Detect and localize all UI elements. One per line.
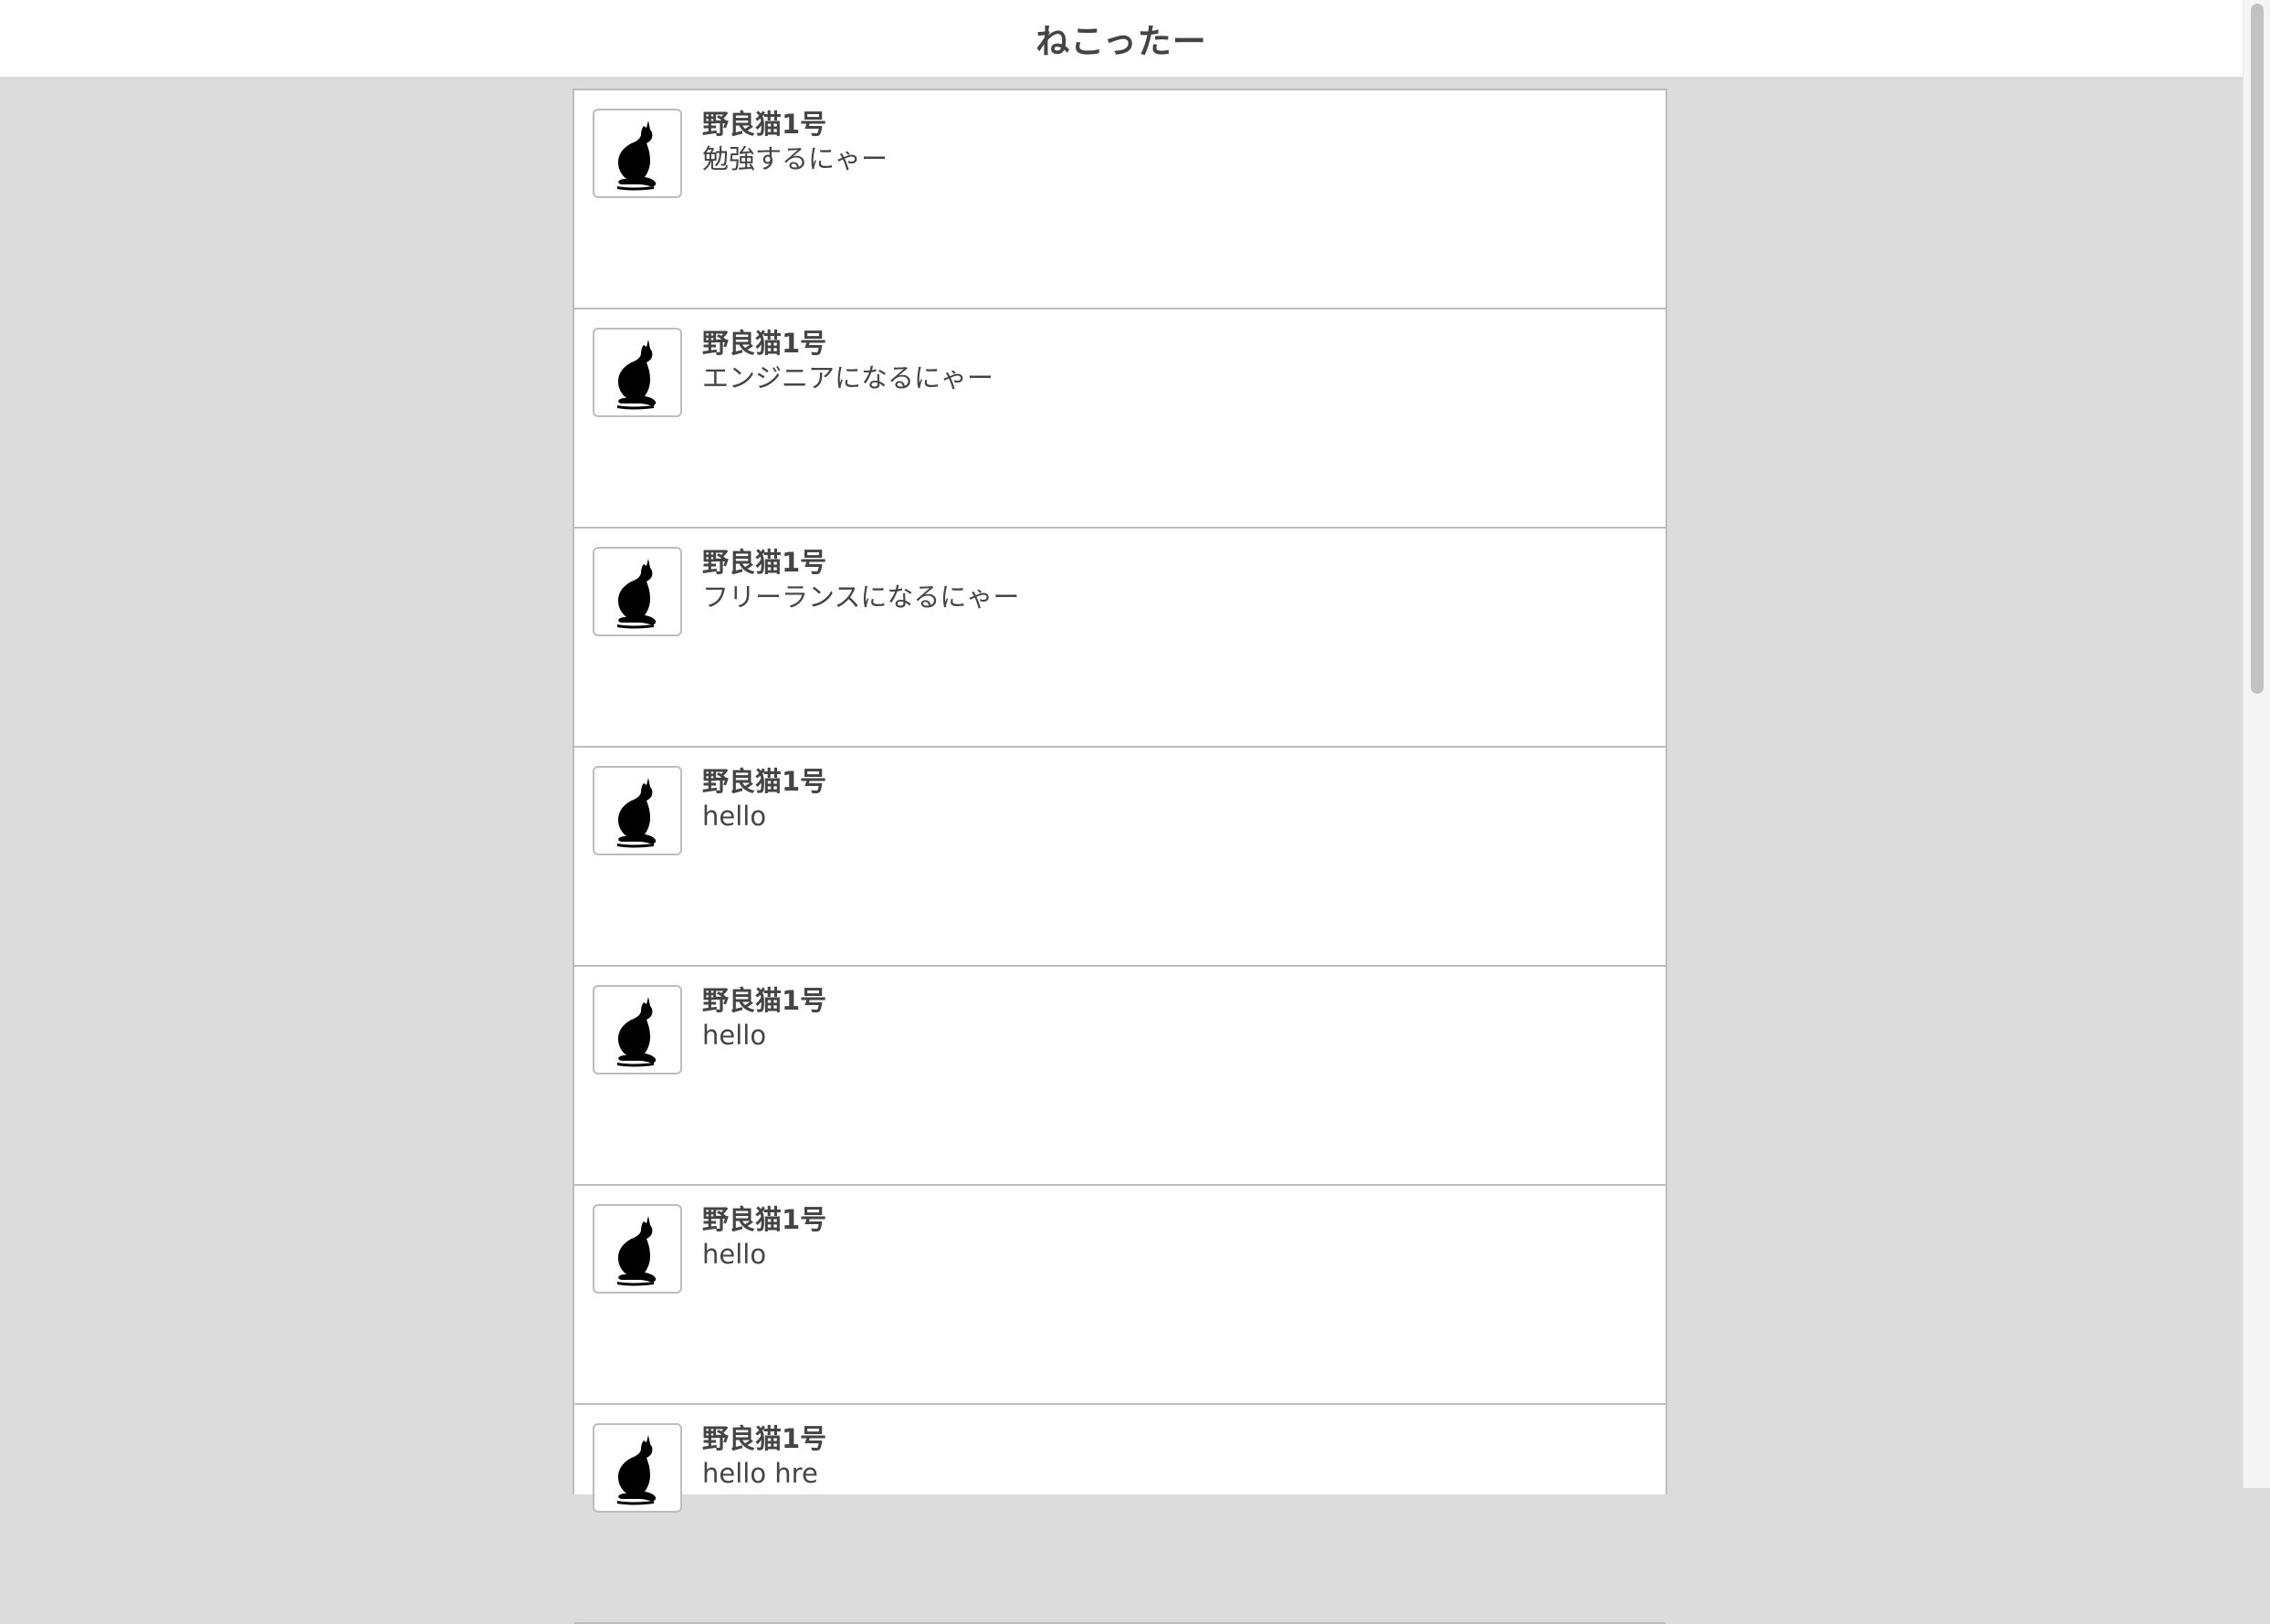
post-message: hello — [702, 1239, 767, 1270]
post-item: 野良猫1号 フリーランスになるにゃー — [574, 529, 1666, 748]
timeline: 野良猫1号 勉強するにゃー 野良猫1号 エンジニアになるにゃー 野良猫1号 フリ… — [573, 89, 1667, 1624]
post-message: エンジニアになるにゃー — [702, 362, 994, 393]
avatar[interactable] — [593, 109, 682, 198]
post-item: 野良猫1号 hello hre — [574, 1405, 1666, 1624]
post-content: 野良猫1号 hello — [702, 983, 826, 1053]
post-username: 野良猫1号 — [702, 766, 827, 797]
post-item: 野良猫1号 勉強するにゃー — [574, 90, 1666, 309]
post-username: 野良猫1号 — [702, 1423, 827, 1454]
post-content: 野良猫1号 hello — [702, 764, 826, 833]
post-username: 野良猫1号 — [702, 1204, 827, 1235]
avatar[interactable] — [593, 547, 682, 636]
post-item: 野良猫1号 hello — [574, 967, 1666, 1186]
avatar[interactable] — [593, 985, 682, 1074]
avatar[interactable] — [593, 328, 682, 417]
cat-silhouette-icon — [617, 120, 657, 191]
post-content: 野良猫1号 hello — [702, 1202, 826, 1272]
avatar[interactable] — [593, 1204, 682, 1294]
post-message: hello — [702, 1020, 767, 1051]
post-message: フリーランスになるにゃー — [702, 581, 1020, 613]
cat-silhouette-icon — [617, 559, 657, 629]
post-username: 野良猫1号 — [702, 109, 827, 140]
post-username: 野良猫1号 — [702, 328, 827, 359]
app-title: ねこったー — [1035, 22, 1207, 61]
post-message: hello — [702, 801, 767, 832]
post-content: 野良猫1号 hello hre — [702, 1421, 826, 1491]
post-username: 野良猫1号 — [702, 547, 827, 578]
post-item: 野良猫1号 エンジニアになるにゃー — [574, 309, 1666, 529]
cat-silhouette-icon — [617, 1216, 657, 1286]
post-item: 野良猫1号 hello — [574, 748, 1666, 967]
cat-silhouette-icon — [617, 778, 657, 848]
post-content: 野良猫1号 勉強するにゃー — [702, 107, 888, 176]
page-scrollbar[interactable] — [2243, 0, 2270, 1488]
cat-silhouette-icon — [617, 997, 657, 1067]
post-message: hello hre — [702, 1458, 818, 1489]
post-content: 野良猫1号 フリーランスになるにゃー — [702, 545, 1019, 614]
app-header: ねこったー — [0, 0, 2243, 77]
post-content: 野良猫1号 エンジニアになるにゃー — [702, 326, 993, 395]
post-username: 野良猫1号 — [702, 985, 827, 1016]
scrollbar-thumb[interactable] — [2251, 4, 2264, 694]
post-message: 勉強するにゃー — [702, 143, 888, 174]
avatar[interactable] — [593, 766, 682, 855]
avatar[interactable] — [593, 1423, 682, 1513]
cat-silhouette-icon — [617, 340, 657, 410]
post-item: 野良猫1号 hello — [574, 1186, 1666, 1405]
cat-silhouette-icon — [617, 1435, 657, 1505]
